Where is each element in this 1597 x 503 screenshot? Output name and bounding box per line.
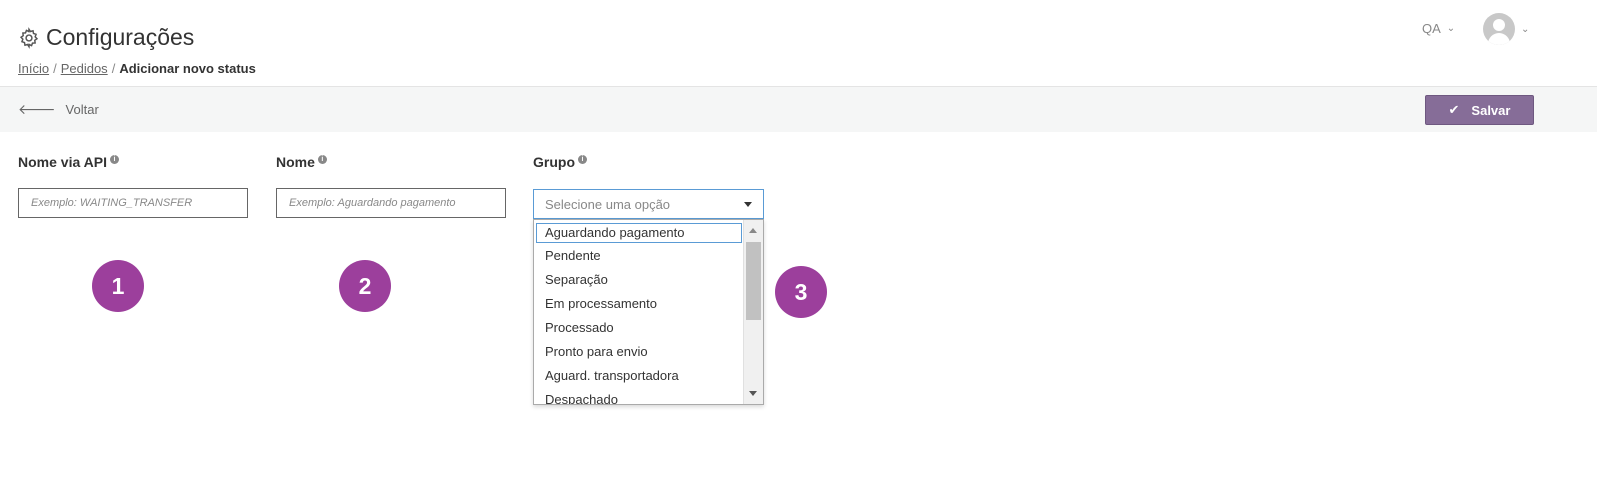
chevron-down-icon: ⌄ — [1446, 23, 1456, 34]
save-label: Salvar — [1471, 102, 1511, 118]
annotation-badge-3: 3 — [775, 266, 827, 318]
group-option[interactable]: Aguardando pagamento — [535, 222, 743, 244]
api-name-input[interactable] — [18, 188, 248, 218]
scroll-down-icon[interactable] — [749, 391, 757, 396]
back-label: Voltar — [65, 102, 99, 117]
name-label: Nome i — [276, 154, 327, 170]
breadcrumb-home-link[interactable]: Início — [18, 61, 49, 76]
group-option[interactable]: Pendente — [534, 244, 744, 268]
avatar[interactable] — [1483, 13, 1515, 45]
gear-icon — [19, 26, 39, 49]
group-select-placeholder: Selecione uma opção — [545, 196, 671, 212]
group-dropdown: Aguardando pagamento Pendente Separação … — [533, 219, 764, 405]
save-button[interactable]: ✔ Salvar — [1425, 95, 1534, 125]
user-menu[interactable]: ⌄ — [1483, 13, 1529, 45]
breadcrumb-separator: / — [111, 61, 116, 76]
breadcrumb-orders-link[interactable]: Pedidos — [61, 61, 108, 76]
group-option[interactable]: Aguard. transportadora — [534, 364, 744, 388]
annotation-badge-2: 2 — [339, 260, 391, 312]
chevron-down-icon: ⌄ — [1521, 23, 1530, 35]
group-label: Grupo i — [533, 154, 587, 170]
caret-down-icon — [744, 201, 752, 207]
api-name-label-text: Nome via API — [18, 154, 107, 170]
group-option[interactable]: Separação — [534, 268, 744, 292]
group-select[interactable]: Selecione uma opção — [533, 189, 764, 219]
api-name-label: Nome via API i — [18, 154, 119, 170]
account-label: QA — [1422, 21, 1441, 36]
page-title-row: Configurações — [18, 24, 194, 51]
group-option[interactable]: Despachado — [534, 388, 744, 404]
group-option[interactable]: Em processamento — [534, 292, 744, 316]
group-option[interactable]: Processado — [534, 316, 744, 340]
scrollbar-thumb[interactable] — [746, 242, 761, 320]
info-icon[interactable]: i — [317, 155, 327, 165]
dropdown-scrollbar[interactable] — [743, 220, 763, 404]
action-toolbar: 🡐 Voltar ✔ Salvar — [0, 86, 1597, 132]
account-selector[interactable]: QA ⌄ — [1422, 21, 1455, 36]
arrow-left-icon: 🡐 — [18, 101, 56, 117]
breadcrumb: Início / Pedidos / Adicionar novo status — [18, 61, 256, 76]
back-button[interactable]: 🡐 Voltar — [18, 101, 99, 118]
group-label-text: Grupo — [533, 154, 575, 170]
check-icon: ✔ — [1448, 102, 1460, 117]
info-icon[interactable]: i — [109, 155, 119, 165]
group-options-list: Aguardando pagamento Pendente Separação … — [534, 220, 744, 404]
name-input[interactable] — [276, 188, 506, 218]
page-title: Configurações — [46, 24, 195, 50]
page-header: Configurações Início / Pedidos / Adicionar n… — [0, 0, 1597, 86]
name-label-text: Nome — [276, 154, 315, 170]
scroll-up-icon[interactable] — [749, 228, 757, 233]
group-option[interactable]: Pronto para envio — [534, 340, 744, 364]
annotation-badge-1: 1 — [92, 260, 144, 312]
breadcrumb-current: Adicionar novo status — [119, 61, 256, 76]
info-icon[interactable]: i — [578, 155, 587, 165]
breadcrumb-separator: / — [53, 61, 57, 76]
